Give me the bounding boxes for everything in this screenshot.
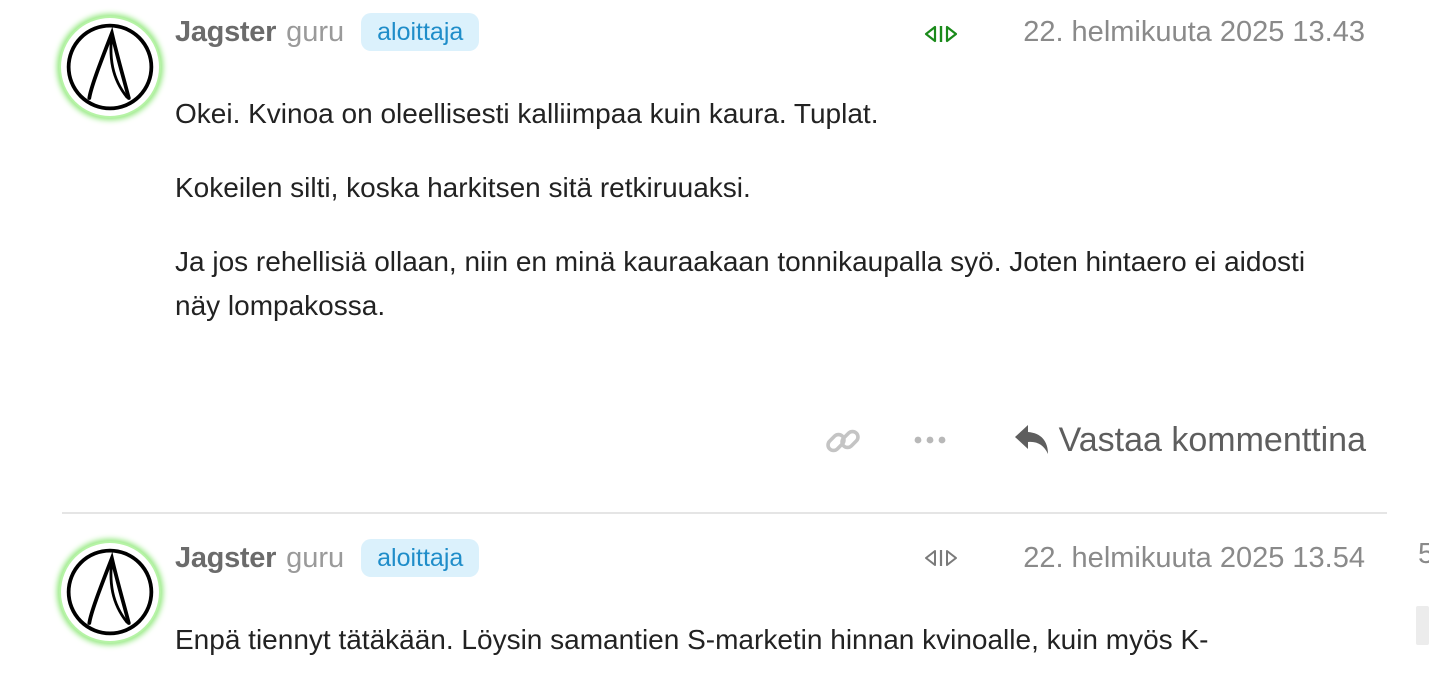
post-body: Enpä tiennyt tätäkään. Löysin samantien … — [175, 618, 1335, 692]
post-date[interactable]: 22. helmikuuta 2025 13.54 — [1023, 538, 1365, 578]
user-badge: aloittaja — [361, 13, 480, 51]
avatar[interactable] — [61, 543, 159, 641]
vote-arrows-icon[interactable] — [924, 548, 958, 568]
vote-arrows-icon[interactable] — [924, 24, 958, 44]
user-badge: aloittaja — [361, 539, 480, 577]
post-meta: Jagster guru aloittaja — [175, 12, 480, 52]
reply-arrow-icon — [1014, 425, 1048, 454]
more-horizontal-icon[interactable] — [912, 428, 948, 452]
post-divider — [62, 512, 1387, 514]
reply-button[interactable]: Vastaa kommenttina — [1013, 418, 1366, 462]
reply-label: Vastaa kommenttina — [1058, 420, 1366, 459]
user-rank: guru — [286, 541, 345, 574]
clipped-text: 5 — [1418, 538, 1429, 570]
post-date[interactable]: 22. helmikuuta 2025 13.43 — [1023, 12, 1365, 52]
link-icon[interactable] — [824, 422, 862, 460]
post-body: Okei. Kvinoa on oleellisesti kalliimpaa … — [175, 92, 1335, 358]
post-paragraph: Okei. Kvinoa on oleellisesti kalliimpaa … — [175, 98, 879, 129]
username[interactable]: Jagster — [175, 16, 276, 49]
atheism-symbol-icon — [66, 548, 154, 636]
post-meta: Jagster guru aloittaja — [175, 538, 480, 578]
username[interactable]: Jagster — [175, 542, 276, 575]
post-paragraph: Kokeilen silti, koska harkitsen sitä ret… — [175, 172, 751, 203]
atheism-symbol-icon — [66, 23, 154, 111]
user-rank: guru — [286, 15, 345, 48]
avatar[interactable] — [61, 18, 159, 116]
post-paragraph: Ja jos rehellisiä ollaan, niin en minä k… — [175, 246, 1306, 321]
post-paragraph: Enpä tiennyt tätäkään. Löysin samantien … — [175, 624, 1209, 655]
scrollbar-thumb[interactable] — [1416, 606, 1429, 645]
post-actions: Vastaa kommenttina — [0, 418, 1429, 462]
